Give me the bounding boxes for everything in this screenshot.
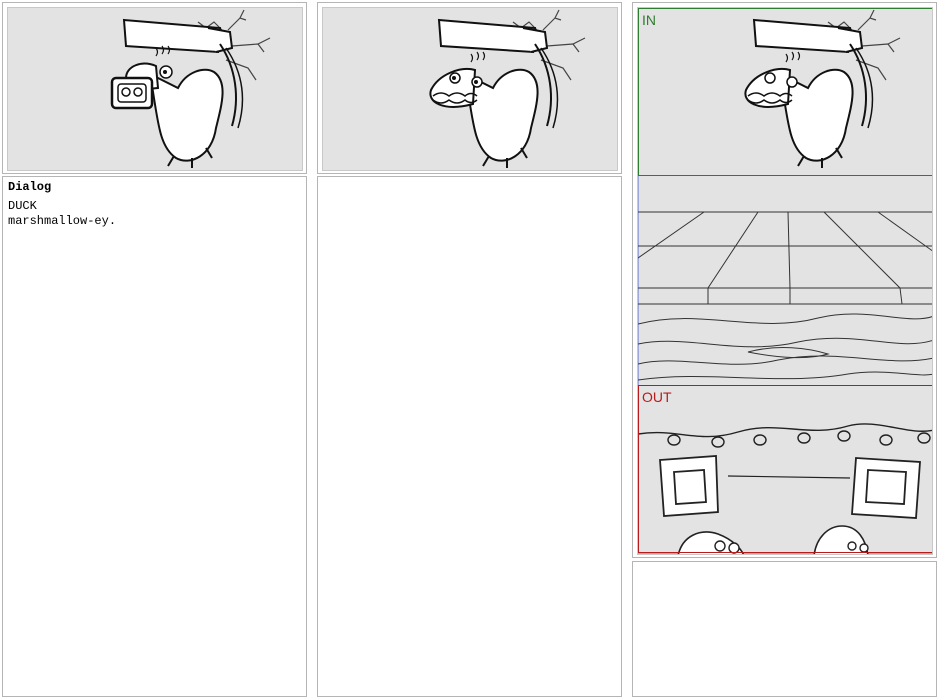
- panel-2-notes[interactable]: [317, 176, 622, 697]
- out-marker-label: OUT: [642, 389, 672, 405]
- panel-1-frame[interactable]: [7, 7, 303, 171]
- notes-dialog-line: marshmallow-ey.: [8, 214, 117, 228]
- panel-3-image-cell[interactable]: IN OUT: [632, 2, 937, 558]
- panel-1-image-cell[interactable]: [2, 2, 307, 174]
- out-marker-box[interactable]: [638, 385, 932, 553]
- panel-2-frame[interactable]: [322, 7, 618, 171]
- in-marker-label: IN: [642, 12, 656, 28]
- duck-character-sketch: [110, 9, 271, 168]
- panel-2-image-cell[interactable]: [317, 2, 622, 174]
- panel-1-notes[interactable]: Dialog DUCK marshmallow-ey.: [2, 176, 307, 697]
- notes-character-name: DUCK: [8, 199, 37, 213]
- panel-3-notes[interactable]: [632, 561, 937, 697]
- notes-heading: Dialog: [8, 180, 52, 194]
- duck-character-sketch: [429, 9, 586, 168]
- in-marker-box[interactable]: [638, 8, 932, 176]
- panel-3-frame[interactable]: IN OUT: [637, 7, 933, 555]
- floor-perspective-sketch: [638, 211, 932, 381]
